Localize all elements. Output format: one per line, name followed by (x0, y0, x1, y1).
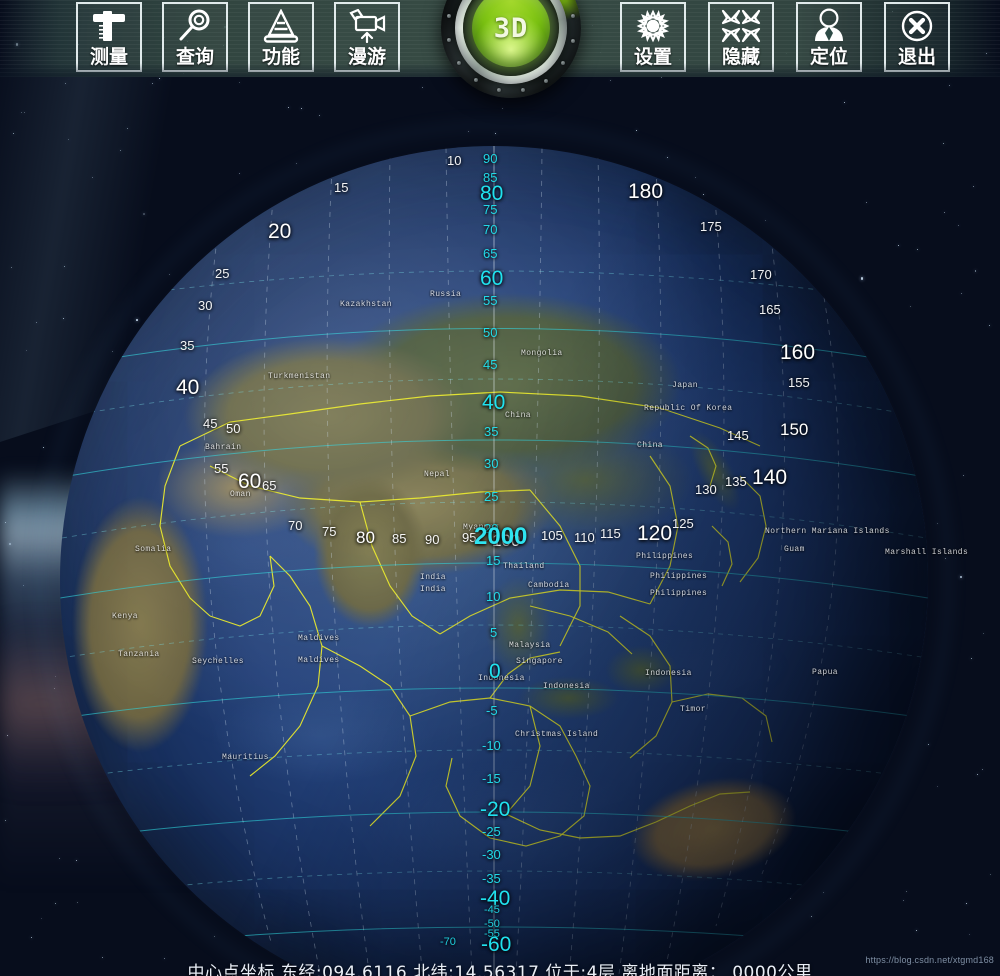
toolbar-button-label: 功能 (261, 46, 300, 68)
toolbar-right-group: 设置 隐藏 定位 退出 (620, 2, 950, 72)
toolbar-button-exit[interactable]: 退出 (884, 2, 950, 72)
cone-layers-icon (250, 4, 312, 47)
toolbar-button-hide[interactable]: 隐藏 (708, 2, 774, 72)
space-background (0, 0, 1000, 976)
ruler-tool-icon (78, 4, 140, 47)
mode-3d-label: 3D (493, 12, 529, 44)
starfield (0, 0, 1000, 976)
video-camera-icon (336, 4, 398, 47)
collapse-arrows-icon (710, 4, 772, 47)
person-locate-icon (798, 4, 860, 47)
toolbar-button-roam[interactable]: 漫游 (334, 2, 400, 72)
magnifier-icon (164, 4, 226, 47)
close-circle-icon (886, 4, 948, 47)
toolbar-button-label: 隐藏 (721, 46, 760, 68)
toolbar-button-settings[interactable]: 设置 (620, 2, 686, 72)
toolbar-button-functions[interactable]: 功能 (248, 2, 314, 72)
toolbar-button-query[interactable]: 查询 (162, 2, 228, 72)
mode-3d-button[interactable]: 3D (441, 0, 581, 98)
toolbar-button-locate[interactable]: 定位 (796, 2, 862, 72)
toolbar-button-label: 查询 (175, 46, 214, 68)
gear-sun-icon (622, 4, 684, 47)
toolbar-left-group: 测量 查询 功能 漫游 (76, 2, 400, 72)
toolbar-button-label: 定位 (809, 46, 848, 68)
toolbar-button-label: 漫游 (347, 46, 386, 68)
watermark-text: https://blog.csdn.net/xtgmd168 (865, 955, 994, 965)
status-bar: 中心点坐标 东经:094.6116 北纬:14.56317 位于:4层 离地面距… (0, 950, 1000, 976)
toolbar-button-label: 退出 (897, 46, 936, 68)
top-toolbar: 测量 查询 功能 漫游 设置 隐藏 定位 退出 3D (0, 0, 1000, 98)
toolbar-button-label: 测量 (89, 46, 128, 68)
toolbar-button-label: 设置 (633, 46, 672, 68)
center-coordinates-readout: 中心点坐标 东经:094.6116 北纬:14.56317 位于:4层 离地面距… (187, 963, 813, 976)
toolbar-button-measure[interactable]: 测量 (76, 2, 142, 72)
